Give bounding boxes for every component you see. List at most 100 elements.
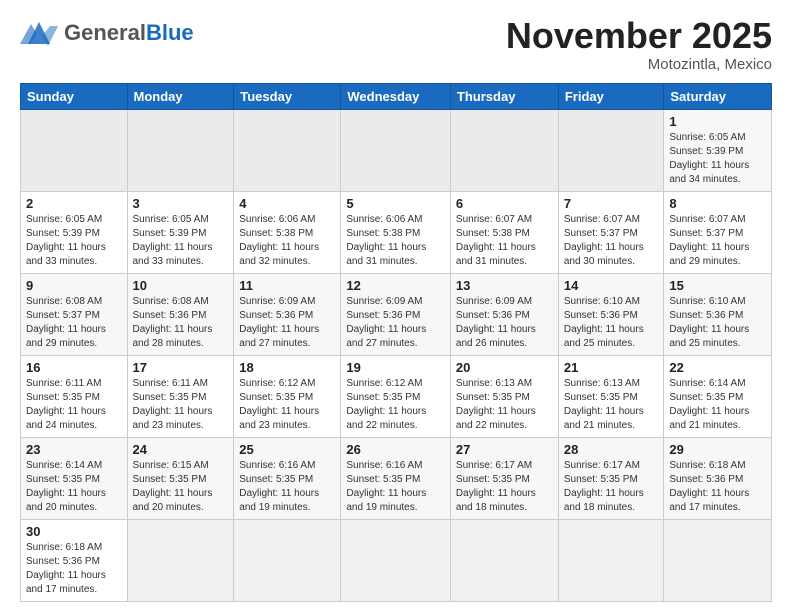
day-info: Sunrise: 6:07 AM Sunset: 5:38 PM Dayligh… [456, 213, 553, 269]
day-number: 29 [669, 442, 766, 457]
calendar-cell [21, 109, 128, 191]
day-number: 6 [456, 196, 553, 211]
calendar-week-row: 23 Sunrise: 6:14 AM Sunset: 5:35 PM Dayli… [21, 437, 772, 519]
weekday-header-row: SundayMondayTuesdayWednesdayThursdayFrid… [21, 83, 772, 109]
calendar-cell [127, 519, 234, 601]
day-info: Sunrise: 6:05 AM Sunset: 5:39 PM Dayligh… [669, 131, 766, 187]
day-number: 1 [669, 114, 766, 129]
header: GeneralBlue November 2025 Motozintla, Me… [20, 16, 772, 73]
day-info: Sunrise: 6:11 AM Sunset: 5:35 PM Dayligh… [133, 377, 229, 433]
calendar-cell [127, 109, 234, 191]
calendar-cell: 8 Sunrise: 6:07 AM Sunset: 5:37 PM Daylig… [664, 191, 772, 273]
day-info: Sunrise: 6:18 AM Sunset: 5:36 PM Dayligh… [669, 459, 766, 515]
calendar-week-row: 16 Sunrise: 6:11 AM Sunset: 5:35 PM Dayli… [21, 355, 772, 437]
calendar-cell: 9 Sunrise: 6:08 AM Sunset: 5:37 PM Daylig… [21, 273, 128, 355]
day-info: Sunrise: 6:12 AM Sunset: 5:35 PM Dayligh… [239, 377, 335, 433]
calendar-cell [558, 109, 664, 191]
day-info: Sunrise: 6:17 AM Sunset: 5:35 PM Dayligh… [564, 459, 659, 515]
day-number: 8 [669, 196, 766, 211]
calendar-cell: 20 Sunrise: 6:13 AM Sunset: 5:35 PM Dayli… [450, 355, 558, 437]
calendar-cell: 12Sunrise: 6:09 AM Sunset: 5:36 PM Dayli… [341, 273, 451, 355]
calendar-cell: 29 Sunrise: 6:18 AM Sunset: 5:36 PM Dayli… [664, 437, 772, 519]
calendar-cell [450, 519, 558, 601]
day-info: Sunrise: 6:10 AM Sunset: 5:36 PM Dayligh… [669, 295, 766, 351]
day-info: Sunrise: 6:09 AM Sunset: 5:36 PM Dayligh… [239, 295, 335, 351]
day-info: Sunrise: 6:05 AM Sunset: 5:39 PM Dayligh… [133, 213, 229, 269]
day-info: Sunrise: 6:14 AM Sunset: 5:35 PM Dayligh… [26, 459, 122, 515]
calendar-table: SundayMondayTuesdayWednesdayThursdayFrid… [20, 83, 772, 602]
day-number: 30 [26, 524, 122, 539]
day-info: Sunrise: 6:14 AM Sunset: 5:35 PM Dayligh… [669, 377, 766, 433]
calendar-cell: 13Sunrise: 6:09 AM Sunset: 5:36 PM Dayli… [450, 273, 558, 355]
day-number: 26 [346, 442, 445, 457]
day-number: 16 [26, 360, 122, 375]
calendar-cell [664, 519, 772, 601]
logo-blue: Blue [146, 20, 194, 45]
day-info: Sunrise: 6:10 AM Sunset: 5:36 PM Dayligh… [564, 295, 659, 351]
day-number: 27 [456, 442, 553, 457]
day-number: 2 [26, 196, 122, 211]
calendar-cell: 1 Sunrise: 6:05 AM Sunset: 5:39 PM Daylig… [664, 109, 772, 191]
day-info: Sunrise: 6:16 AM Sunset: 5:35 PM Dayligh… [239, 459, 335, 515]
calendar-cell: 19Sunrise: 6:12 AM Sunset: 5:35 PM Dayli… [341, 355, 451, 437]
logo-icon [20, 16, 58, 50]
calendar-cell: 25 Sunrise: 6:16 AM Sunset: 5:35 PM Dayli… [234, 437, 341, 519]
day-info: Sunrise: 6:08 AM Sunset: 5:36 PM Dayligh… [133, 295, 229, 351]
calendar-cell: 7 Sunrise: 6:07 AM Sunset: 5:37 PM Daylig… [558, 191, 664, 273]
weekday-header-sunday: Sunday [21, 83, 128, 109]
day-number: 19 [346, 360, 445, 375]
calendar-cell: 2 Sunrise: 6:05 AM Sunset: 5:39 PM Daylig… [21, 191, 128, 273]
day-info: Sunrise: 6:09 AM Sunset: 5:36 PM Dayligh… [456, 295, 553, 351]
calendar-cell [558, 519, 664, 601]
day-info: Sunrise: 6:07 AM Sunset: 5:37 PM Dayligh… [669, 213, 766, 269]
calendar-cell: 24Sunrise: 6:15 AM Sunset: 5:35 PM Dayli… [127, 437, 234, 519]
day-info: Sunrise: 6:09 AM Sunset: 5:36 PM Dayligh… [346, 295, 445, 351]
calendar-week-row: 9 Sunrise: 6:08 AM Sunset: 5:37 PM Daylig… [21, 273, 772, 355]
day-number: 20 [456, 360, 553, 375]
calendar-cell: 10 Sunrise: 6:08 AM Sunset: 5:36 PM Dayli… [127, 273, 234, 355]
day-number: 17 [133, 360, 229, 375]
calendar-cell: 14Sunrise: 6:10 AM Sunset: 5:36 PM Dayli… [558, 273, 664, 355]
day-number: 23 [26, 442, 122, 457]
logo: GeneralBlue [20, 16, 194, 50]
day-info: Sunrise: 6:07 AM Sunset: 5:37 PM Dayligh… [564, 213, 659, 269]
calendar-cell [341, 519, 451, 601]
calendar-cell: 11Sunrise: 6:09 AM Sunset: 5:36 PM Dayli… [234, 273, 341, 355]
day-number: 25 [239, 442, 335, 457]
day-number: 4 [239, 196, 335, 211]
calendar-cell: 18 Sunrise: 6:12 AM Sunset: 5:35 PM Dayli… [234, 355, 341, 437]
month-title: November 2025 [506, 16, 772, 56]
calendar-week-row: 2 Sunrise: 6:05 AM Sunset: 5:39 PM Daylig… [21, 191, 772, 273]
calendar-cell [234, 519, 341, 601]
calendar-cell: 26 Sunrise: 6:16 AM Sunset: 5:35 PM Dayli… [341, 437, 451, 519]
calendar-cell [341, 109, 451, 191]
day-info: Sunrise: 6:13 AM Sunset: 5:35 PM Dayligh… [564, 377, 659, 433]
day-number: 5 [346, 196, 445, 211]
calendar-cell: 21Sunrise: 6:13 AM Sunset: 5:35 PM Dayli… [558, 355, 664, 437]
weekday-header-tuesday: Tuesday [234, 83, 341, 109]
day-number: 28 [564, 442, 659, 457]
calendar-cell: 23 Sunrise: 6:14 AM Sunset: 5:35 PM Dayli… [21, 437, 128, 519]
day-info: Sunrise: 6:08 AM Sunset: 5:37 PM Dayligh… [26, 295, 122, 351]
day-info: Sunrise: 6:13 AM Sunset: 5:35 PM Dayligh… [456, 377, 553, 433]
location-subtitle: Motozintla, Mexico [506, 56, 772, 73]
logo-text: GeneralBlue [64, 22, 194, 44]
day-info: Sunrise: 6:06 AM Sunset: 5:38 PM Dayligh… [239, 213, 335, 269]
day-info: Sunrise: 6:16 AM Sunset: 5:35 PM Dayligh… [346, 459, 445, 515]
day-number: 9 [26, 278, 122, 293]
day-info: Sunrise: 6:18 AM Sunset: 5:36 PM Dayligh… [26, 541, 122, 597]
day-number: 24 [133, 442, 229, 457]
calendar-cell: 3 Sunrise: 6:05 AM Sunset: 5:39 PM Daylig… [127, 191, 234, 273]
calendar-cell: 30 Sunrise: 6:18 AM Sunset: 5:36 PM Dayli… [21, 519, 128, 601]
calendar-cell [234, 109, 341, 191]
calendar-cell: 4 Sunrise: 6:06 AM Sunset: 5:38 PM Daylig… [234, 191, 341, 273]
calendar-week-row: 30 Sunrise: 6:18 AM Sunset: 5:36 PM Dayli… [21, 519, 772, 601]
day-number: 15 [669, 278, 766, 293]
day-number: 10 [133, 278, 229, 293]
day-number: 18 [239, 360, 335, 375]
day-info: Sunrise: 6:11 AM Sunset: 5:35 PM Dayligh… [26, 377, 122, 433]
day-number: 3 [133, 196, 229, 211]
day-info: Sunrise: 6:05 AM Sunset: 5:39 PM Dayligh… [26, 213, 122, 269]
day-number: 7 [564, 196, 659, 211]
weekday-header-thursday: Thursday [450, 83, 558, 109]
